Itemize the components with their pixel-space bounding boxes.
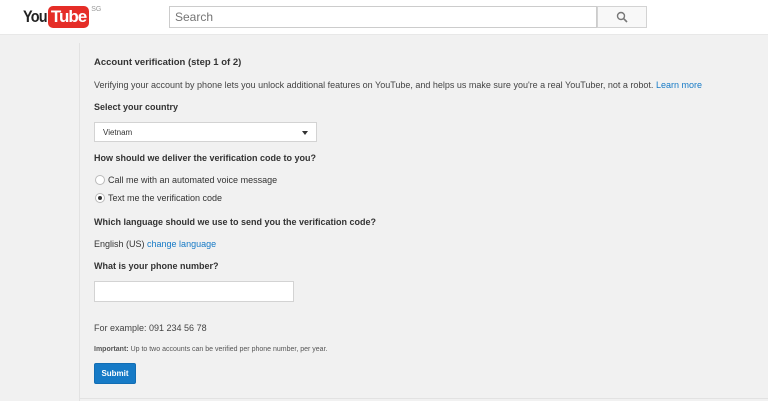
header: You Tube SG [0,0,768,35]
radio-voice[interactable] [95,175,105,185]
delivery-label: How should we deliver the verification c… [94,153,317,163]
important-note: Important: Up to two accounts can be ver… [94,346,327,353]
phone-example: For example: 091 234 56 78 [94,323,207,333]
search-icon [616,11,628,23]
search-button[interactable] [597,6,647,28]
phone-input[interactable] [94,281,294,302]
logo-tube: Tube [47,6,90,28]
country-select[interactable]: Vietnam [94,122,317,142]
language-value: English (US) [94,239,145,249]
phone-label: What is your phone number? [94,261,219,271]
logo-you: You [23,7,48,26]
radio-voice-label[interactable]: Call me with an automated voice message [108,175,277,185]
country-label: Select your country [94,102,179,112]
chevron-down-icon [302,131,308,135]
important-label: Important: [94,346,129,353]
intro-body: Verifying your account by phone lets you… [94,80,654,90]
important-text: Up to two accounts can be verified per p… [130,346,328,353]
submit-button[interactable]: Submit [94,363,136,384]
page-title: Account verification (step 1 of 2) [94,57,242,68]
radio-text[interactable] [95,193,105,203]
learn-more-link[interactable]: Learn more [656,80,702,90]
country-value: Vietnam [103,128,133,137]
language-label: Which language should we use to send you… [94,217,377,227]
youtube-logo[interactable]: You Tube SG [23,6,101,28]
radio-text-label[interactable]: Text me the verification code [108,193,222,203]
search-input[interactable] [169,6,597,28]
intro-text: Verifying your account by phone lets you… [94,80,702,90]
change-language-link[interactable]: change language [147,239,216,249]
content-bottom-border [80,398,768,399]
sidebar-divider [79,43,80,401]
language-row: English (US) change language [94,239,216,249]
logo-region: SG [91,6,102,13]
